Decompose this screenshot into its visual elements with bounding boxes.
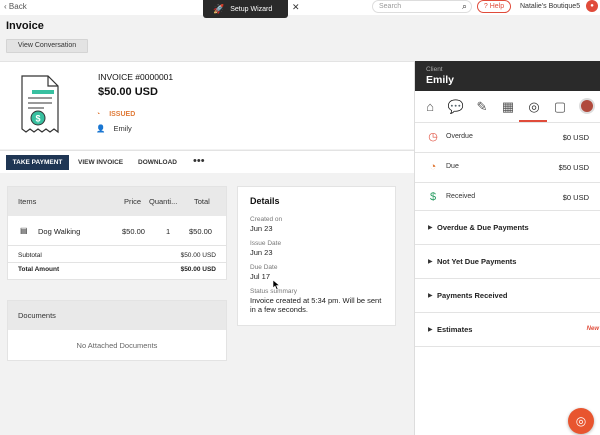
details-card: Details Created on Jun 23 Issue Date Jun…	[237, 186, 396, 326]
help-icon: ?	[483, 3, 488, 10]
client-panel-name: Emily	[426, 74, 455, 86]
stopwatch-icon: ◷	[428, 131, 438, 143]
item-icon: ▤	[20, 226, 28, 235]
client-name[interactable]: 👤 Emily	[96, 124, 132, 133]
page-title: Invoice	[6, 20, 44, 32]
view-conversation-button[interactable]: View Conversation	[6, 39, 88, 53]
close-icon[interactable]: ✕	[292, 2, 300, 13]
document-icon[interactable]: ▢	[550, 97, 570, 117]
stat-overdue: ◷ Overdue $0 USD	[415, 123, 600, 153]
setup-wizard-button[interactable]: 🚀 Setup Wizard	[203, 0, 288, 18]
items-table: Items Price Quanti... Total ▤ Dog Walkin…	[7, 186, 227, 280]
more-options-icon[interactable]: •••	[193, 155, 205, 167]
clock-icon: ◔	[96, 111, 101, 118]
chat-icon[interactable]: 💬	[446, 97, 466, 117]
help-button[interactable]: ? Help	[477, 0, 511, 13]
download-button[interactable]: DOWNLOAD	[138, 159, 177, 166]
item-qty: 1	[166, 227, 171, 236]
details-title: Details	[250, 196, 280, 206]
search-input[interactable]: Search ⌕	[372, 0, 472, 13]
table-row[interactable]: ▤ Dog Walking $50.00 1 $50.00	[8, 216, 226, 246]
status-badge: ◔ ISSUED	[96, 111, 136, 118]
take-payment-button[interactable]: TAKE PAYMENT	[6, 155, 69, 170]
stat-received: $ Received $0 USD	[415, 183, 600, 211]
issue-date-label: Issue Date	[250, 240, 282, 247]
invoice-document-icon: $	[21, 75, 59, 134]
business-name[interactable]: Natalie's Boutique5	[520, 3, 580, 10]
column-header: Quanti...	[149, 197, 178, 206]
money-hand-icon: $	[429, 191, 437, 203]
issue-date-value: Jun 23	[250, 248, 273, 257]
documents-card: Documents No Attached Documents	[7, 300, 227, 361]
top-bar: ‹ Back 🚀 Setup Wizard ✕ Search ⌕ ? Help …	[0, 0, 600, 18]
business-avatar-icon[interactable]: ●	[586, 0, 598, 12]
chevron-right-icon: ▶	[428, 225, 433, 231]
subtotal-label: Subtotal	[18, 252, 42, 259]
client-panel-tabs: ⌂ 💬 ✎ ▦ ◎ ▢	[415, 91, 600, 123]
clock-icon: ◔	[429, 161, 437, 173]
invoice-summary: $ INVOICE #0000001 $50.00 USD ◔ ISSUED 👤…	[0, 61, 414, 149]
home-icon[interactable]: ⌂	[420, 97, 440, 117]
subtotal-value: $50.00 USD	[180, 252, 216, 259]
billing-fab-icon[interactable]: ◎	[568, 408, 594, 434]
svg-text:$: $	[35, 114, 40, 124]
client-panel-sub: Client	[426, 66, 443, 73]
stat-due: ◔ Due $50 USD	[415, 153, 600, 183]
column-header: Total	[194, 197, 210, 206]
section-overdue-due[interactable]: ▶ Overdue & Due Payments	[415, 211, 600, 245]
total-label: Total Amount	[18, 266, 60, 273]
new-badge: New	[586, 326, 599, 332]
section-estimates[interactable]: ▶ Estimates New	[415, 313, 600, 347]
billing-icon[interactable]: ◎	[524, 97, 544, 117]
calendar-icon[interactable]: ▦	[498, 97, 518, 117]
person-icon: 👤	[96, 124, 106, 133]
search-icon: ⌕	[461, 1, 467, 11]
invoice-amount: $50.00 USD	[98, 86, 158, 98]
item-name: Dog Walking	[38, 227, 81, 236]
status-summary-value: Invoice created at 5:34 pm. Will be sent…	[250, 296, 382, 314]
documents-title: Documents	[8, 301, 226, 330]
edit-icon[interactable]: ✎	[472, 97, 492, 117]
back-link[interactable]: ‹ Back	[4, 2, 27, 11]
items-table-header: Items Price Quanti... Total	[8, 187, 226, 216]
invoice-number: INVOICE #0000001	[98, 72, 174, 82]
avatar[interactable]	[579, 98, 595, 114]
total-value: $50.00 USD	[180, 266, 216, 273]
due-date-value: Jul 17	[250, 272, 271, 281]
column-header: Price	[124, 197, 142, 206]
column-header: Items	[18, 197, 37, 206]
chevron-right-icon: ▶	[428, 327, 433, 333]
client-panel-header: Client Emily	[415, 61, 600, 91]
invoice-actions: TAKE PAYMENT VIEW INVOICE DOWNLOAD •••	[0, 150, 414, 173]
chevron-right-icon: ▶	[428, 293, 433, 299]
client-panel: Client Emily ⌂ 💬 ✎ ▦ ◎ ▢ ◷ Overdue $0 US…	[414, 61, 600, 435]
status-summary-label: Status summary	[250, 288, 297, 295]
chevron-right-icon: ▶	[428, 259, 433, 265]
section-not-yet-due[interactable]: ▶ Not Yet Due Payments	[415, 245, 600, 279]
rocket-icon: 🚀	[213, 3, 225, 14]
created-label: Created on	[250, 216, 283, 223]
totals: Subtotal $50.00 USD Total Amount $50.00 …	[8, 249, 226, 277]
chevron-left-icon: ‹	[4, 2, 7, 11]
documents-empty-state: No Attached Documents	[76, 341, 158, 350]
active-tab-indicator	[519, 120, 547, 122]
created-value: Jun 23	[250, 224, 273, 233]
due-date-label: Due Date	[250, 264, 278, 271]
item-total: $50.00	[189, 227, 212, 236]
section-payments-received[interactable]: ▶ Payments Received	[415, 279, 600, 313]
mouse-cursor-icon	[273, 280, 280, 290]
item-price: $50.00	[122, 227, 145, 236]
view-invoice-button[interactable]: VIEW INVOICE	[78, 159, 123, 166]
